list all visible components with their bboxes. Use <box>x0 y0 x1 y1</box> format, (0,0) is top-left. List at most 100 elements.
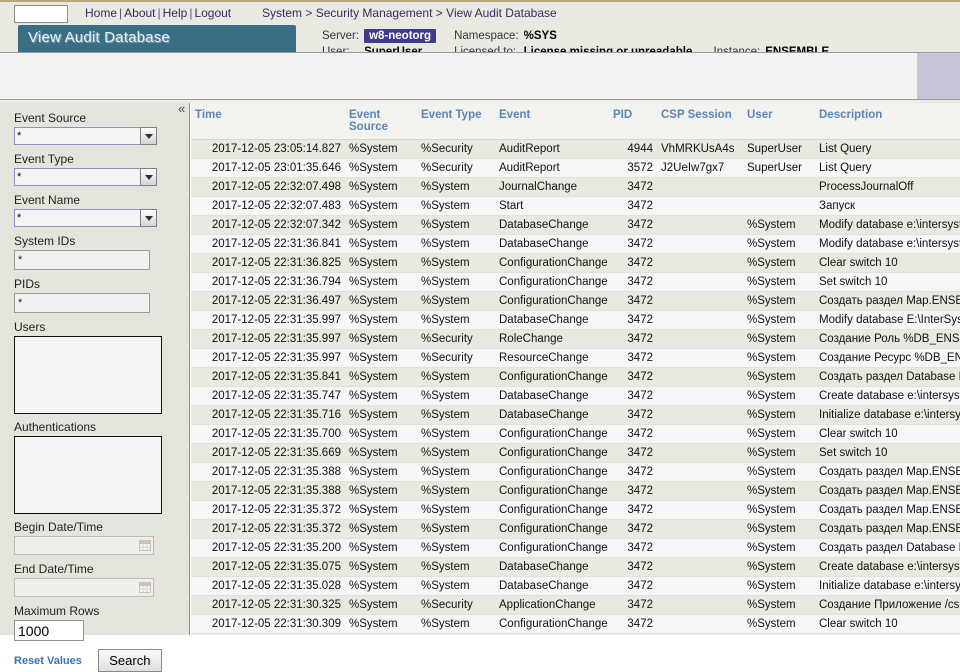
nav-link-home[interactable]: Home <box>85 6 117 20</box>
nav-link-help[interactable]: Help <box>163 6 188 20</box>
cell-event-source: %System <box>345 386 417 406</box>
event-type-combo[interactable] <box>14 168 157 186</box>
table-row[interactable]: 2017-12-05 22:31:35.388 %System %System Con… <box>191 481 960 501</box>
cell-event-type: %System <box>417 196 495 216</box>
event-name-combo[interactable] <box>14 209 157 227</box>
column-header-time[interactable]: Time <box>191 103 345 140</box>
table-row[interactable]: 2017-12-05 22:31:35.372 %System %System Con… <box>191 519 960 539</box>
cell-csp-session <box>657 538 743 558</box>
cell-time: 2017-12-05 22:32:07.342 <box>191 215 345 235</box>
column-header-description[interactable]: Description <box>815 103 960 140</box>
table-row[interactable]: 2017-12-05 22:31:36.497 %System %System Con… <box>191 291 960 311</box>
reset-values-link[interactable]: Reset Values <box>14 655 82 667</box>
table-row[interactable]: 2017-12-05 22:31:30.325 %System %Security A… <box>191 595 960 615</box>
cell-time: 2017-12-05 22:31:35.997 <box>191 310 345 330</box>
breadcrumb-item-view-audit-database[interactable]: View Audit Database <box>446 6 557 20</box>
cell-csp-session <box>657 595 743 615</box>
column-header-event-type[interactable]: Event Type <box>417 103 495 140</box>
search-button[interactable]: Search <box>97 649 162 672</box>
cell-csp-session <box>657 310 743 330</box>
cell-event-type: %System <box>417 538 495 558</box>
table-row[interactable]: 2017-12-05 22:32:07.342 %System %System Dat… <box>191 215 960 235</box>
table-row[interactable]: 2017-12-05 22:31:36.825 %System %System Con… <box>191 253 960 273</box>
cell-event: ConfigurationChange <box>495 272 609 292</box>
cell-event-type: %Security <box>417 158 495 178</box>
nav-link-about[interactable]: About <box>124 6 155 20</box>
cell-event-source: %System <box>345 196 417 216</box>
table-row[interactable]: 2017-12-05 22:31:35.841 %System %System Con… <box>191 367 960 387</box>
event-source-input[interactable] <box>14 127 142 145</box>
event-source-combo[interactable] <box>14 127 157 145</box>
event-type-input[interactable] <box>14 168 142 186</box>
authentications-listbox[interactable] <box>14 436 162 514</box>
cell-pid: 3472 <box>609 272 657 292</box>
column-header-pid[interactable]: PID <box>609 103 657 140</box>
chevron-down-icon[interactable] <box>140 209 157 227</box>
users-listbox[interactable] <box>14 336 162 414</box>
label-end-datetime: End Date/Time <box>14 562 94 576</box>
nav-link-logout[interactable]: Logout <box>194 6 231 20</box>
table-row[interactable]: 2017-12-05 22:31:35.997 %System %Security R… <box>191 329 960 349</box>
column-header-user[interactable]: User <box>743 103 815 140</box>
calendar-icon[interactable] <box>139 539 151 551</box>
begin-datetime-field[interactable] <box>14 536 154 555</box>
cell-time: 2017-12-05 22:31:35.669 <box>191 443 345 463</box>
cell-pid: 3472 <box>609 538 657 558</box>
table-row[interactable]: 2017-12-05 22:31:35.700 %System %System Con… <box>191 424 960 444</box>
event-name-input[interactable] <box>14 209 142 227</box>
table-row[interactable]: 2017-12-05 22:32:07.483 %System %System Sta… <box>191 196 960 216</box>
cell-event: DatabaseChange <box>495 215 609 235</box>
table-row[interactable]: 2017-12-05 22:31:35.372 %System %System Con… <box>191 500 960 520</box>
table-row[interactable]: 2017-12-05 22:31:35.747 %System %System Dat… <box>191 386 960 406</box>
cell-event-source: %System <box>345 158 417 178</box>
collapse-sidebar-icon[interactable]: « <box>178 102 185 115</box>
table-row[interactable]: 2017-12-05 22:31:36.841 %System %System Dat… <box>191 234 960 254</box>
cell-csp-session <box>657 405 743 425</box>
cell-event: DatabaseChange <box>495 405 609 425</box>
breadcrumb-item-system[interactable]: System <box>262 6 302 20</box>
table-row[interactable]: 2017-12-05 22:31:35.997 %System %Security R… <box>191 348 960 368</box>
cell-description: Create database e:\intersystems\ensemble <box>815 386 960 406</box>
cell-time: 2017-12-05 22:31:30.309 <box>191 614 345 634</box>
cell-description: Initialize database e:\intersystems\ense… <box>815 405 960 425</box>
table-row[interactable]: 2017-12-05 22:31:36.794 %System %System Con… <box>191 272 960 292</box>
audit-results-panel[interactable]: Time Event Source Event Type Event PID C… <box>191 103 960 635</box>
logo-placeholder <box>14 5 68 23</box>
cell-event-source: %System <box>345 443 417 463</box>
table-row[interactable]: 2017-12-05 22:31:35.075 %System %System Dat… <box>191 557 960 577</box>
column-header-csp-session[interactable]: CSP Session <box>657 103 743 140</box>
cell-description: List Query <box>815 158 960 178</box>
table-row[interactable]: 2017-12-05 22:31:35.028 %System %System Dat… <box>191 576 960 596</box>
table-row[interactable]: 2017-12-05 22:32:07.498 %System %System Jou… <box>191 177 960 197</box>
table-row[interactable]: 2017-12-05 22:31:35.669 %System %System Con… <box>191 443 960 463</box>
table-row[interactable]: 2017-12-05 23:01:35.646 %System %Security A… <box>191 158 960 178</box>
table-row[interactable]: 2017-12-05 22:31:30.309 %System %System Con… <box>191 614 960 634</box>
calendar-icon[interactable] <box>139 581 151 593</box>
chevron-down-icon[interactable] <box>140 168 157 186</box>
table-row[interactable]: 2017-12-05 22:31:35.200 %System %System Con… <box>191 538 960 558</box>
cell-pid: 3472 <box>609 481 657 501</box>
cell-description: ProcessJournalOff <box>815 177 960 197</box>
column-header-event[interactable]: Event <box>495 103 609 140</box>
cell-description: List Query <box>815 139 960 159</box>
table-row[interactable]: 2017-12-05 22:31:35.388 %System %System Con… <box>191 462 960 482</box>
table-row[interactable]: 2017-12-05 23:05:14.827 %System %Security A… <box>191 139 960 159</box>
table-row[interactable]: 2017-12-05 22:31:35.997 %System %System Dat… <box>191 310 960 330</box>
breadcrumb-separator: > <box>305 6 313 20</box>
cell-user: %System <box>743 576 815 596</box>
system-ids-input[interactable] <box>14 250 150 270</box>
cell-event-type: %System <box>417 576 495 596</box>
cell-pid: 3472 <box>609 500 657 520</box>
end-datetime-field[interactable] <box>14 578 154 597</box>
end-datetime-input[interactable] <box>14 578 154 597</box>
chevron-down-icon[interactable] <box>140 127 157 145</box>
nav-separator: | <box>157 6 161 20</box>
table-row[interactable]: 2017-12-05 22:31:35.716 %System %System Dat… <box>191 405 960 425</box>
cell-description: Создание Роль %DB_ENSEMBLESECON <box>815 329 960 349</box>
breadcrumb-item-security-management[interactable]: Security Management <box>316 6 433 20</box>
begin-datetime-input[interactable] <box>14 536 154 555</box>
pids-input[interactable] <box>14 293 150 313</box>
cell-event: DatabaseChange <box>495 557 609 577</box>
column-header-event-source[interactable]: Event Source <box>345 103 417 140</box>
maximum-rows-input[interactable] <box>14 620 84 641</box>
